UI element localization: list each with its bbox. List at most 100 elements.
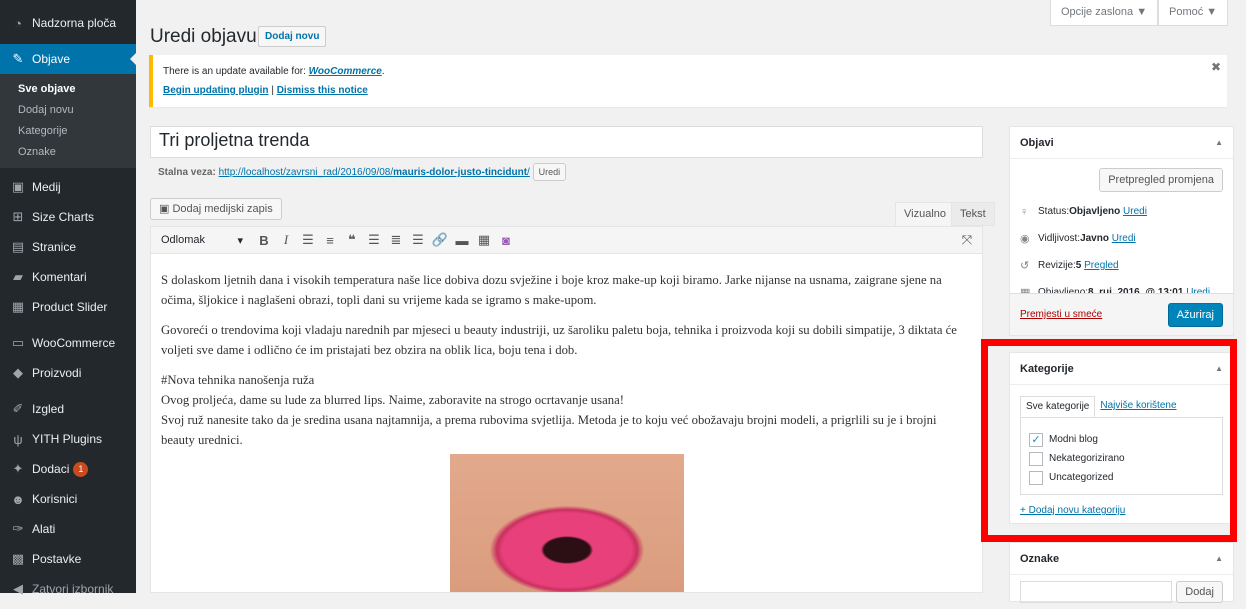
box-title: Oznake — [1020, 553, 1060, 565]
fullscreen-icon[interactable]: ⤧ — [956, 229, 978, 251]
menu-item-appearance[interactable]: ✐ Izgled — [0, 394, 136, 424]
permalink-link[interactable]: http://localhost/zavrsni_rad/2016/09/08/… — [219, 167, 530, 178]
post-title-input[interactable]: Tri proljetna trenda — [150, 126, 983, 158]
menu-item-woocommerce[interactable]: ▭ WooCommerce — [0, 328, 136, 358]
comment-icon: ▰ — [13, 269, 23, 284]
box-icon: ◆ — [13, 365, 23, 380]
bold-icon[interactable]: B — [253, 229, 275, 251]
permalink-slug: mauris-dolor-justo-tincidunt — [393, 167, 528, 178]
align-right-icon[interactable]: ☰ — [407, 229, 429, 251]
menu-item-yith[interactable]: ψ YITH Plugins — [0, 424, 136, 454]
italic-icon[interactable]: I — [275, 229, 297, 251]
visibility-label: Vidljivost: — [1038, 233, 1081, 244]
menu-item-size-charts[interactable]: ⊞ Size Charts — [0, 202, 136, 232]
brush-icon: ✐ — [12, 401, 24, 416]
editor-content[interactable]: S dolaskom ljetnih dana i visokih temper… — [150, 254, 983, 593]
submenu-tags[interactable]: Oznake — [0, 142, 136, 163]
menu-label: Zatvori izbornik — [32, 582, 114, 596]
menu-label: Medij — [32, 180, 61, 194]
read-more-icon[interactable]: ▬ — [451, 229, 473, 251]
settings-icon: ▩ — [11, 551, 25, 566]
menu-item-comments[interactable]: ▰ Komentari — [0, 262, 136, 292]
add-media-button[interactable]: ▣ Dodaj medijski zapis — [150, 198, 282, 220]
permalink-label: Stalna veza: — [158, 167, 216, 178]
menu-item-settings[interactable]: ▩ Postavke — [0, 544, 136, 574]
visibility-edit-link[interactable]: Uredi — [1112, 233, 1136, 244]
submenu-add-new[interactable]: Dodaj novu — [0, 100, 136, 121]
menu-item-collapse[interactable]: ◀ Zatvori izbornik — [0, 574, 136, 604]
menu-label: Stranice — [32, 240, 77, 254]
preview-changes-button[interactable]: Pretpregled promjena — [1099, 168, 1223, 192]
post-editor: ▣ Dodaj medijski zapis Vizualno Tekst Od… — [150, 198, 995, 593]
history-icon: ↺ — [1020, 260, 1030, 272]
menu-label: Korisnici — [32, 492, 78, 506]
menu-item-tools[interactable]: ✑ Alati — [0, 514, 136, 544]
menu-item-posts[interactable]: ✎ Objave — [0, 44, 136, 74]
begin-update-link[interactable]: Begin updating plugin — [163, 85, 269, 96]
paragraph-heading: #Nova tehnika nanošenja ruža — [161, 373, 315, 387]
blockquote-icon[interactable]: ❝ — [341, 229, 363, 251]
posts-submenu: Sve objave Dodaj novu Kategorije Oznake — [0, 74, 136, 168]
menu-item-product-slider[interactable]: ▦ Product Slider — [0, 292, 136, 322]
permalink-edit-button[interactable]: Uredi — [532, 163, 567, 181]
menu-label: Nadzorna ploča — [32, 16, 117, 30]
toggle-arrow-icon[interactable]: ▲ — [1215, 127, 1223, 159]
shortcode-icon[interactable]: ◙ — [495, 229, 517, 251]
link-icon[interactable]: 🔗 — [429, 229, 451, 251]
align-center-icon[interactable]: ≣ — [385, 229, 407, 251]
bullet-list-icon[interactable]: ☰ — [297, 229, 319, 251]
format-select[interactable]: Odlomak ▾ — [155, 229, 249, 251]
numbered-list-icon[interactable]: ≡ — [319, 229, 341, 251]
update-count-badge: 1 — [73, 461, 89, 477]
add-tag-button[interactable]: Dodaj — [1176, 581, 1223, 603]
plugin-icon: ✦ — [12, 461, 24, 476]
submenu-all-posts[interactable]: Sve objave — [0, 79, 136, 100]
plugin-link[interactable]: WooCommerce — [309, 66, 382, 77]
permalink-end: / — [527, 167, 530, 178]
tab-visual[interactable]: Vizualno — [895, 202, 955, 226]
paragraph: S dolaskom ljetnih dana i visokih temper… — [161, 273, 942, 307]
menu-item-dashboard[interactable]: ◔ Nadzorna ploča — [0, 8, 136, 38]
menu-item-pages[interactable]: ▤ Stranice — [0, 232, 136, 262]
highlight-frame — [981, 339, 1237, 542]
close-icon[interactable]: ✖ — [1211, 60, 1221, 74]
tab-text[interactable]: Tekst — [951, 202, 995, 226]
update-button[interactable]: Ažuriraj — [1167, 302, 1223, 327]
screen-options-button[interactable]: Opcije zaslona ▼ — [1050, 0, 1159, 26]
box-title: Objavi — [1020, 137, 1054, 149]
post-image-lips[interactable] — [449, 454, 684, 592]
submenu-categories[interactable]: Kategorije — [0, 121, 136, 142]
status-edit-link[interactable]: Uredi — [1123, 206, 1147, 217]
revisions-browse-link[interactable]: Pregled — [1084, 260, 1118, 271]
tags-box: Oznake ▲ Dodaj — [1009, 542, 1234, 603]
menu-label: YITH Plugins — [32, 432, 103, 446]
add-new-post-button[interactable]: Dodaj novu — [258, 26, 327, 47]
slider-icon: ▦ — [11, 299, 25, 314]
menu-label: Izgled — [32, 402, 65, 416]
menu-label: Postavke — [32, 552, 82, 566]
toolbar-toggle-icon[interactable]: ▦ — [473, 229, 495, 251]
paragraph: Govoreći o trendovima koji vladaju nared… — [161, 323, 957, 357]
woo-icon: ▭ — [11, 335, 25, 350]
dashboard-icon: ◔ — [14, 15, 22, 31]
toggle-arrow-icon[interactable]: ▲ — [1215, 543, 1223, 575]
add-media-label: Dodaj medijski zapis — [172, 203, 273, 215]
menu-label: Product Slider — [32, 300, 108, 314]
tag-input[interactable] — [1020, 581, 1173, 603]
revisions-value: 5 — [1075, 260, 1082, 271]
menu-item-plugins[interactable]: ✦ Dodaci 1 — [0, 454, 136, 484]
menu-item-products[interactable]: ◆ Proizvodi — [0, 358, 136, 388]
dismiss-notice-link[interactable]: Dismiss this notice — [277, 85, 368, 96]
menu-item-users[interactable]: ☻ Korisnici — [0, 484, 136, 514]
menu-label: Alati — [32, 522, 56, 536]
menu-label: Dodaci — [32, 462, 70, 476]
menu-item-media[interactable]: ▣ Medij — [0, 172, 136, 202]
move-to-trash-link[interactable]: Premjesti u smeće — [1020, 309, 1102, 320]
help-button[interactable]: Pomoć ▼ — [1158, 0, 1229, 26]
pin-icon: ♀ — [1020, 205, 1029, 218]
chevron-down-icon: ▾ — [237, 234, 243, 247]
paragraph-line: Ovog proljeća, dame su lude za blurred l… — [161, 393, 624, 407]
media-icon: ▣ — [159, 203, 173, 215]
page-icon: ▤ — [11, 239, 25, 254]
align-left-icon[interactable]: ☰ — [363, 229, 385, 251]
